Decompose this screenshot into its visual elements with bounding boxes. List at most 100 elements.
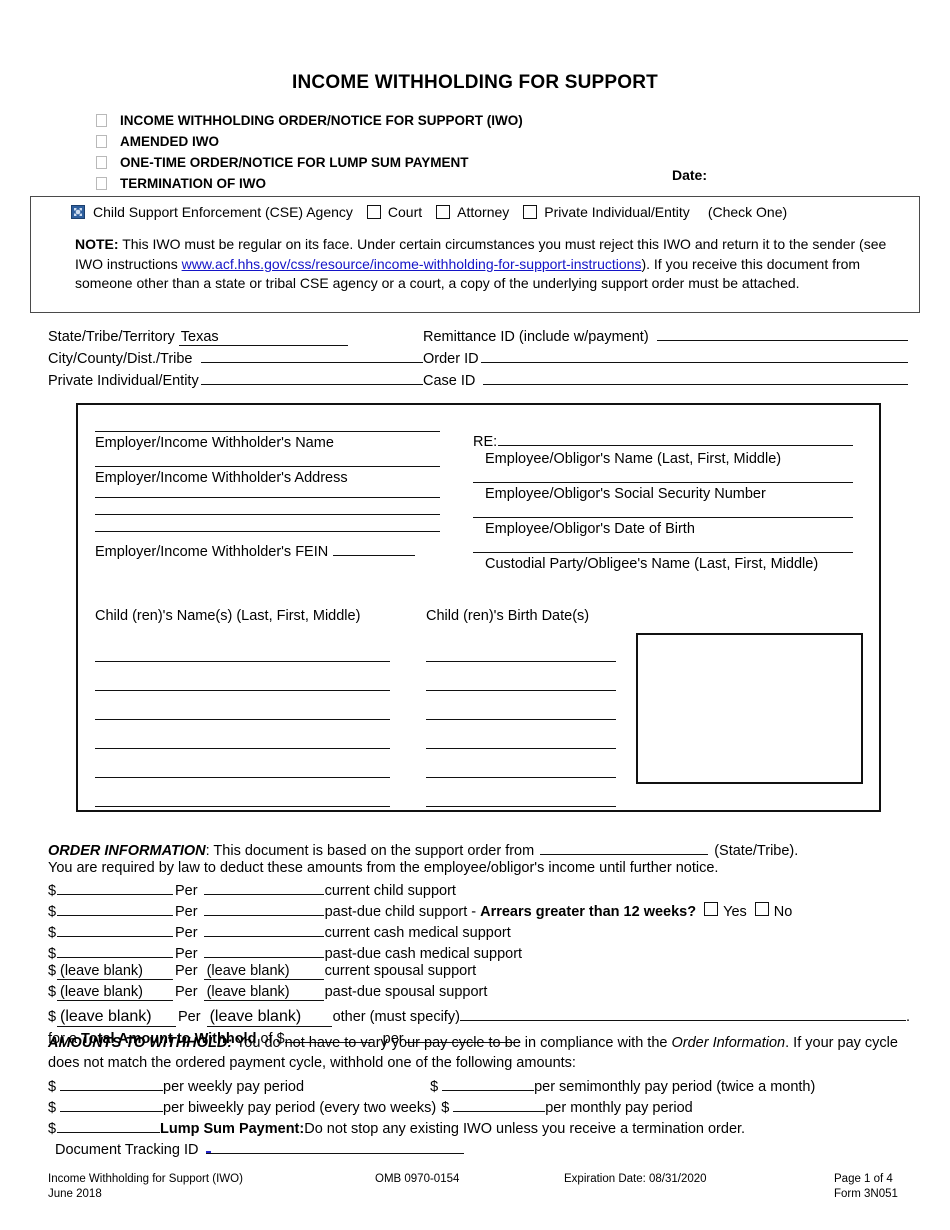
semimonthly-label: per semimonthly pay period (twice a mont… — [534, 1079, 816, 1095]
child-birthdate-input[interactable] — [426, 633, 616, 662]
amount-row-current-cash-medical: $ Per current cash medical support — [48, 921, 910, 942]
child-birthdate-input[interactable] — [426, 720, 616, 749]
city-county-input[interactable] — [200, 348, 423, 363]
private-entity-label: Private Individual/Entity — [48, 373, 199, 389]
sender-private-label: Private Individual/Entity — [544, 204, 690, 220]
pay-period-row-biweekly-monthly: $ per biweekly pay period (every two wee… — [48, 1096, 910, 1117]
lump-sum-amount-input[interactable] — [57, 1117, 160, 1133]
row-city-order: City/County/Dist./Tribe Order ID — [48, 348, 908, 370]
other-specify-input[interactable] — [459, 1005, 906, 1021]
order-id-input[interactable] — [480, 348, 908, 363]
dollar-sign: $ — [48, 1009, 57, 1025]
per-input[interactable] — [203, 879, 324, 895]
lump-sum-bold-label: Lump Sum Payment: — [160, 1121, 305, 1137]
amount-input[interactable] — [57, 921, 173, 937]
custodial-party-caption: Custodial Party/Obligee's Name (Last, Fi… — [485, 556, 819, 572]
footer-form-date: June 2018 — [48, 1188, 102, 1200]
remittance-id-input[interactable] — [656, 326, 908, 341]
amount-row-past-due-cash-medical: $ Per past-due cash medical support — [48, 942, 910, 963]
check-one-hint: (Check One) — [707, 204, 788, 220]
biweekly-label: per biweekly pay period (every two weeks… — [163, 1100, 437, 1116]
checkbox-one-time-lump-sum[interactable] — [96, 155, 107, 169]
amount-input[interactable]: (leave blank) — [57, 984, 173, 1001]
row-private-case: Private Individual/Entity Case ID — [48, 370, 908, 392]
child-name-input[interactable] — [95, 662, 390, 691]
employer-address-input[interactable] — [95, 466, 440, 467]
checkbox-private-individual-entity[interactable] — [523, 205, 538, 219]
monthly-amount-input[interactable] — [453, 1096, 546, 1112]
support-order-state-input[interactable] — [540, 840, 709, 855]
note-paragraph: NOTE: This IWO must be regular on its fa… — [75, 235, 891, 294]
amount-input[interactable]: (leave blank) — [57, 963, 173, 980]
checkbox-amended-iwo[interactable] — [96, 134, 107, 148]
employer-fein-caption: Employer/Income Withholder's FEIN — [95, 544, 329, 560]
order-information-subtext: You are required by law to deduct these … — [48, 860, 719, 876]
order-information-lead: ORDER INFORMATION: This document is base… — [48, 840, 910, 859]
per-input[interactable] — [203, 921, 324, 937]
case-id-input[interactable] — [483, 370, 908, 385]
document-tracking-id-input[interactable] — [206, 1138, 465, 1154]
per-label: Per — [175, 925, 198, 941]
footer-expiration: Expiration Date: 08/31/2020 — [564, 1173, 707, 1185]
employer-fein-input[interactable] — [333, 541, 416, 556]
employee-dob-input[interactable] — [473, 517, 853, 518]
child-name-input[interactable] — [95, 749, 390, 778]
checkbox-arrears-no[interactable] — [754, 902, 769, 916]
amount-input[interactable] — [57, 900, 173, 916]
per-input[interactable] — [203, 900, 324, 916]
child-name-input[interactable] — [95, 720, 390, 749]
employer-address-line4-input[interactable] — [95, 531, 440, 532]
checkbox-iwo[interactable] — [96, 113, 107, 127]
child-birthdate-input[interactable] — [426, 778, 616, 807]
amount-input[interactable]: (leave blank) — [57, 1008, 176, 1027]
sender-cse-label: Child Support Enforcement (CSE) Agency — [93, 204, 353, 220]
custodial-party-input[interactable] — [473, 552, 853, 553]
child-name-input[interactable] — [95, 778, 390, 807]
monthly-label: per monthly pay period — [545, 1100, 693, 1116]
per-input[interactable]: (leave blank) — [203, 963, 324, 980]
checkbox-arrears-yes[interactable] — [704, 902, 719, 916]
employee-name-input[interactable] — [498, 431, 853, 446]
biweekly-amount-input[interactable] — [60, 1096, 163, 1112]
form-type-row-lump-sum[interactable]: ONE-TIME ORDER/NOTICE FOR LUMP SUM PAYME… — [96, 152, 716, 172]
employer-name-input[interactable] — [95, 431, 440, 432]
amount-row-past-due-spousal-support: $ (leave blank) Per (leave blank) past-d… — [48, 984, 910, 1005]
employer-address-line2-input[interactable] — [95, 497, 440, 498]
amount-input[interactable] — [57, 879, 173, 895]
semimonthly-amount-input[interactable] — [442, 1075, 535, 1091]
per-input[interactable]: (leave blank) — [203, 984, 324, 1001]
per-input[interactable] — [203, 942, 324, 958]
dollar-sign: $ — [48, 925, 57, 941]
note-bold-prefix: NOTE: — [75, 236, 119, 252]
checkbox-cse-agency[interactable] — [71, 205, 85, 219]
amount-description: past-due cash medical support — [324, 946, 523, 962]
footer-page-block: Page 1 of 4 Form 3N051 — [834, 1172, 898, 1202]
employer-fein-row: Employer/Income Withholder's FEIN — [95, 541, 440, 560]
form-type-row-amended[interactable]: AMENDED IWO — [96, 131, 716, 151]
checkbox-attorney[interactable] — [436, 205, 451, 219]
employer-address-line3-input[interactable] — [95, 514, 440, 515]
employee-ssn-input[interactable] — [473, 482, 853, 483]
child-name-input[interactable] — [95, 633, 390, 662]
child-birthdate-input[interactable] — [426, 662, 616, 691]
per-input[interactable]: (leave blank) — [206, 1008, 332, 1027]
checkbox-court[interactable] — [366, 205, 381, 219]
form-type-checkbox-list: INCOME WITHHOLDING ORDER/NOTICE FOR SUPP… — [96, 110, 716, 194]
child-birthdate-input[interactable] — [426, 691, 616, 720]
iwo-instructions-link[interactable]: www.acf.hhs.gov/css/resource/income-with… — [182, 256, 642, 272]
form-type-row-iwo[interactable]: INCOME WITHHOLDING ORDER/NOTICE FOR SUPP… — [96, 110, 716, 130]
date-label: Date: — [672, 167, 708, 183]
amount-input[interactable] — [57, 942, 173, 958]
child-name-input[interactable] — [95, 691, 390, 720]
children-notes-box[interactable] — [636, 633, 863, 784]
weekly-amount-input[interactable] — [60, 1075, 163, 1091]
form-type-row-termination[interactable]: TERMINATION OF IWO — [96, 173, 716, 193]
state-tribe-input[interactable]: Texas — [178, 329, 348, 346]
per-label: Per — [175, 963, 198, 979]
private-entity-input[interactable] — [200, 370, 423, 385]
checkbox-termination-iwo[interactable] — [96, 176, 107, 190]
child-birthdate-input[interactable] — [426, 749, 616, 778]
state-tribe-label: State/Tribe/Territory — [48, 329, 175, 345]
amount-row-other: $ (leave blank) Per (leave blank) other … — [48, 1005, 910, 1027]
arrears-yes-label: Yes — [723, 904, 747, 920]
